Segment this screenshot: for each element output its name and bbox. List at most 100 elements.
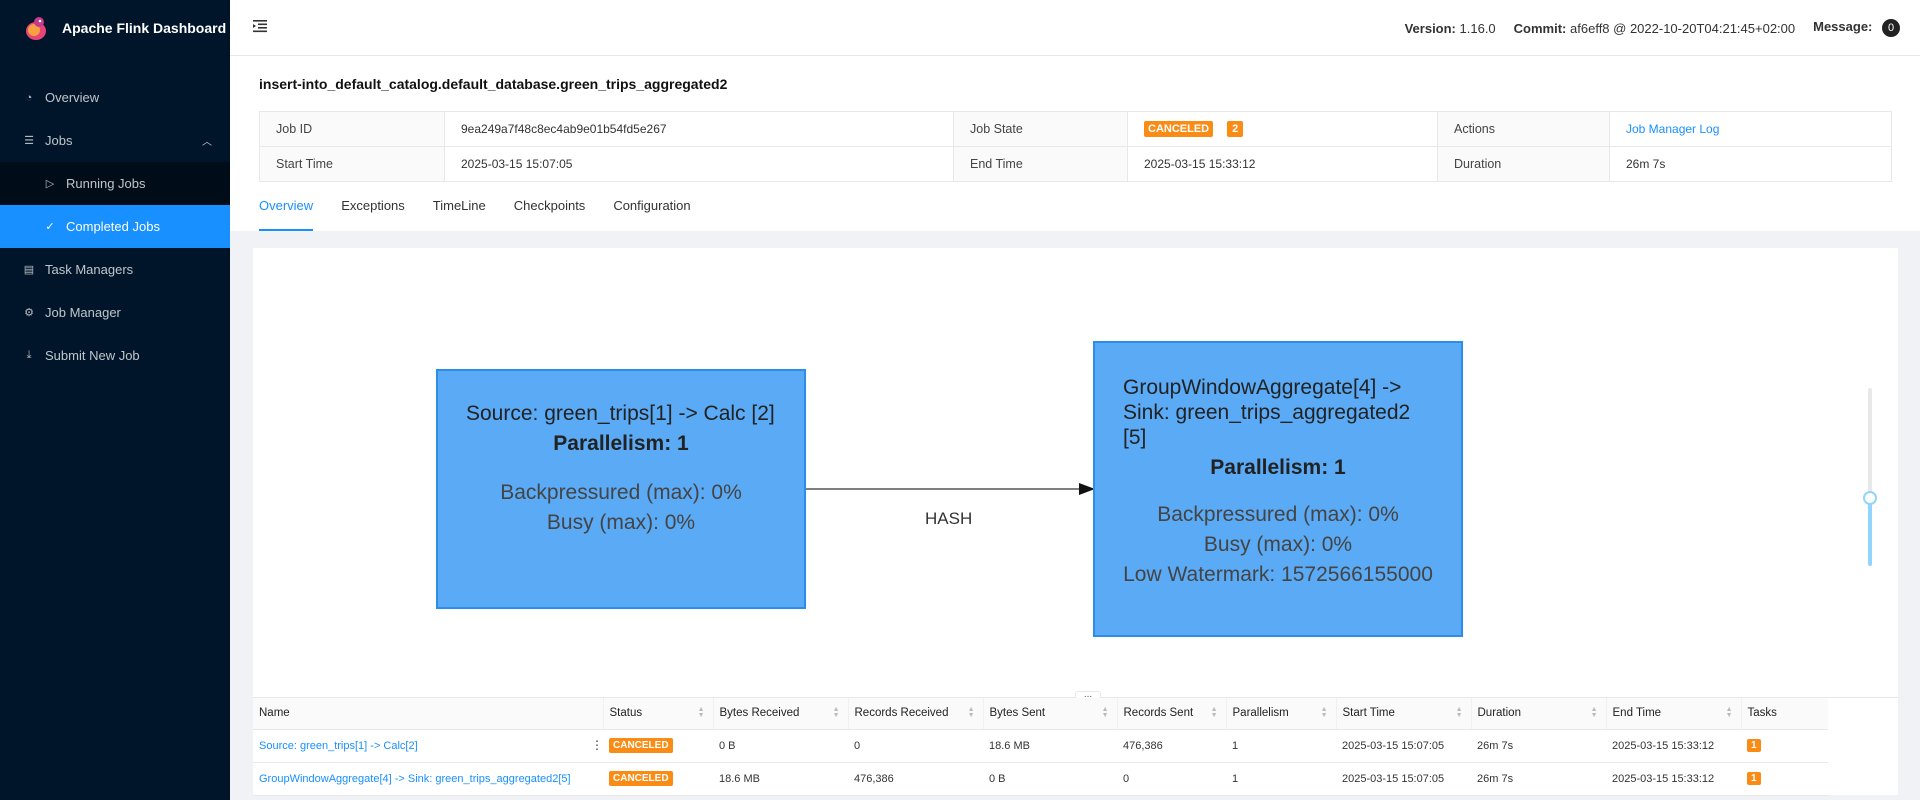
version-value: 1.16.0 — [1459, 20, 1496, 36]
col-end-time[interactable]: End Time ▲ ▼ — [1605, 698, 1741, 730]
sidebar-item-job-manager[interactable]: ⚙ Job Manager — [0, 291, 230, 334]
node-parallelism: Parallelism: 1 — [1210, 456, 1346, 479]
table-row[interactable]: GroupWindowAggregate[4] -> Sink: green_t… — [253, 762, 1828, 796]
tab-checkpoints[interactable]: Checkpoints — [514, 194, 586, 231]
end-time-cell: 2025-03-15 15:33:12 — [1606, 762, 1741, 796]
col-bytes-received[interactable]: Bytes Received ▲ ▼ — [712, 698, 848, 730]
flink-logo-icon — [26, 17, 46, 40]
col-records-sent[interactable]: Records Sent ▲ ▼ — [1116, 698, 1226, 730]
tab-exceptions[interactable]: Exceptions — [341, 194, 405, 231]
vertex-status-cell: CANCELED — [603, 762, 713, 796]
records-received-cell: 476,386 — [848, 762, 983, 796]
node-busy: Busy (max): 0% — [546, 511, 696, 534]
tab-overview[interactable]: Overview — [259, 194, 314, 231]
col-duration[interactable]: Duration ▲ ▼ — [1470, 698, 1606, 730]
sidebar-item-label: Running Jobs — [66, 176, 146, 191]
vertex-table: Name Status ▲ ▼ Bytes Received ▲ ▼ Records R… — [253, 698, 1828, 796]
col-label: End Time — [1612, 707, 1662, 720]
records-received-cell: 0 — [848, 729, 983, 763]
job-state-badge: CANCELED — [1144, 121, 1214, 137]
schedule-icon: ▤ — [23, 264, 35, 276]
job-manager-log-link[interactable]: Job Manager Log — [1626, 122, 1719, 136]
bytes-sent-cell: 0 B — [983, 762, 1117, 796]
app-title: Apache Flink Dashboard — [62, 20, 227, 36]
zoom-slider[interactable] — [1863, 388, 1877, 566]
duration-cell: 26m 7s — [1471, 762, 1606, 796]
job-descriptions: Job ID 9ea249a7f48c8ec4ab9e01b54fd5e267 … — [259, 111, 1892, 182]
job-name: insert-into_default_catalog.default_data… — [259, 76, 728, 92]
vertex-name: GroupWindowAggregate[4] -> Sink: green_t… — [259, 772, 571, 785]
job-id-value: 9ea249a7f48c8ec4ab9e01b54fd5e267 — [444, 111, 954, 147]
sidebar: Apache Flink Dashboard ◔ Overview ☰ Jobs… — [0, 0, 230, 800]
sidebar-item-label: Task Managers — [45, 262, 134, 277]
node-name: Source: green_trips[1] -> Calc [2] — [466, 402, 775, 425]
col-parallelism[interactable]: Parallelism ▲ ▼ — [1225, 698, 1336, 730]
vertex-name: Source: green_trips[1] -> Calc[2] — [259, 739, 418, 752]
graph-node-aggregate-sink[interactable]: GroupWindowAggregate[4] -> Sink: green_t… — [1093, 341, 1463, 637]
table-row[interactable]: Source: green_trips[1] -> Calc[2] ⋮ CANCE… — [253, 729, 1828, 763]
tab-timeline[interactable]: TimeLine — [433, 194, 486, 231]
vertex-status-cell: CANCELED — [603, 729, 713, 763]
col-name[interactable]: Name — [253, 698, 603, 730]
brand[interactable]: Apache Flink Dashboard — [0, 0, 230, 56]
version-label: Version: — [1404, 20, 1456, 36]
upload-icon: ⤓ — [26, 349, 32, 361]
vertex-name-link[interactable]: Source: green_trips[1] -> Calc[2] ⋮ — [253, 729, 603, 763]
tab-configuration[interactable]: Configuration — [613, 194, 690, 231]
chevron-up-icon: ︿ — [202, 137, 212, 148]
drag-handle-icon[interactable]: ⋮ — [591, 738, 603, 752]
sidebar-item-completed-jobs[interactable]: ✓ Completed Jobs — [0, 205, 230, 248]
status-badge: CANCELED — [609, 738, 673, 753]
duration-cell: 26m 7s — [1471, 729, 1606, 763]
tasks-badge: 1 — [1747, 739, 1761, 752]
sidebar-item-submit-new-job[interactable]: ⤓ Submit New Job — [0, 334, 230, 377]
records-sent-cell: 476,386 — [1117, 729, 1226, 763]
col-status[interactable]: Status ▲ ▼ — [602, 698, 713, 730]
start-time-cell: 2025-03-15 15:07:05 — [1336, 762, 1471, 796]
job-tabs: Overview Exceptions TimeLine Checkpoints… — [259, 194, 719, 231]
sidebar-item-running-jobs[interactable]: ▷ Running Jobs — [0, 162, 230, 205]
version-info: Version: 1.16.0 — [1405, 21, 1496, 36]
sort-icon: ▲ ▼ — [697, 706, 705, 719]
vertex-name-link[interactable]: GroupWindowAggregate[4] -> Sink: green_t… — [253, 762, 603, 796]
job-id-label: Job ID — [259, 111, 445, 147]
job-graph[interactable]: Source: green_trips[1] -> Calc [2] Paral… — [253, 248, 1898, 698]
menu-fold-icon[interactable] — [252, 18, 268, 34]
sidebar-item-jobs[interactable]: ☰ Jobs ︿ — [0, 119, 230, 162]
commit-value: af6eff8 @ 2022-10-20T04:21:45+02:00 — [1570, 20, 1796, 36]
message-label: Message: — [1813, 19, 1873, 34]
message-info[interactable]: Message: 0 — [1813, 19, 1900, 37]
end-time-label: End Time — [953, 146, 1128, 182]
commit-info: Commit: af6eff8 @ 2022-10-20T04:21:45+02… — [1514, 21, 1795, 36]
col-label: Bytes Received — [719, 707, 800, 720]
tasks-cell: 1 — [1741, 729, 1828, 763]
sort-icon: ▲ ▼ — [1455, 706, 1463, 719]
sidebar-item-label: Job Manager — [45, 305, 121, 320]
zoom-slider-handle[interactable] — [1863, 491, 1877, 505]
end-time-cell: 2025-03-15 15:33:12 — [1606, 729, 1741, 763]
bytes-received-cell: 18.6 MB — [713, 762, 848, 796]
sidebar-item-overview[interactable]: ◔ Overview — [0, 76, 230, 119]
check-circle-icon: ✓ — [45, 221, 55, 233]
col-tasks: Tasks — [1740, 698, 1828, 730]
col-label: Tasks — [1747, 707, 1777, 720]
job-state-count-badge: 2 — [1227, 121, 1244, 137]
col-records-received[interactable]: Records Received ▲ ▼ — [847, 698, 983, 730]
graph-node-source[interactable]: Source: green_trips[1] -> Calc [2] Paral… — [436, 369, 806, 609]
message-count-badge: 0 — [1882, 19, 1900, 37]
tasks-cell: 1 — [1741, 762, 1828, 796]
sidebar-item-task-managers[interactable]: ▤ Task Managers — [0, 248, 230, 291]
tasks-badge: 1 — [1747, 772, 1761, 785]
col-label: Duration — [1477, 707, 1521, 720]
table-header-row: Name Status ▲ ▼ Bytes Received ▲ ▼ Records R… — [253, 698, 1828, 730]
col-bytes-sent[interactable]: Bytes Sent ▲ ▼ — [982, 698, 1117, 730]
sort-icon: ▲ ▼ — [1725, 706, 1733, 719]
job-state-value: CANCELED 2 — [1127, 111, 1438, 147]
sidebar-item-label: Jobs — [45, 133, 73, 148]
start-time-label: Start Time — [259, 146, 445, 182]
col-label: Status — [609, 707, 643, 720]
dashboard-icon: ◔ — [25, 91, 33, 104]
col-start-time[interactable]: Start Time ▲ ▼ — [1335, 698, 1471, 730]
play-circle-icon: ▷ — [45, 178, 55, 190]
top-header: Version: 1.16.0 Commit: af6eff8 @ 2022-1… — [230, 0, 1920, 56]
